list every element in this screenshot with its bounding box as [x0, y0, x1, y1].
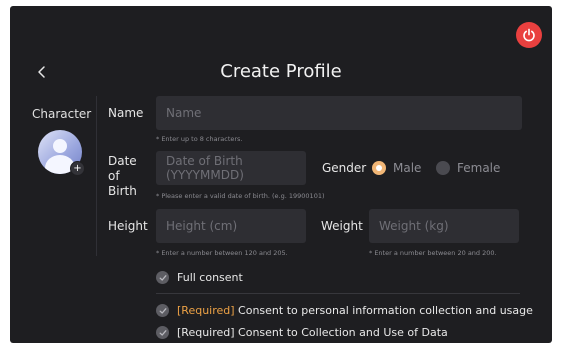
avatar-head: [53, 139, 67, 153]
consent-full-label: Full consent: [177, 271, 243, 284]
power-button[interactable]: [516, 22, 542, 48]
consent-divider: [156, 293, 520, 294]
create-profile-screen: Create Profile Character + Name Name * E…: [10, 6, 552, 343]
height-input[interactable]: Height (cm): [156, 209, 306, 243]
height-hint: * Enter a number between 120 and 205.: [156, 249, 288, 257]
gender-label: Gender: [322, 161, 367, 175]
weight-hint: * Enter a number between 20 and 200.: [369, 249, 497, 257]
check-icon: [159, 329, 166, 336]
check-icon: [159, 307, 166, 314]
weight-input[interactable]: Weight (kg): [369, 209, 519, 243]
vertical-divider: [96, 96, 97, 256]
consent-full-checkbox[interactable]: [156, 271, 169, 284]
check-icon: [159, 274, 166, 281]
radio-female-label: Female: [457, 161, 501, 175]
character-avatar[interactable]: +: [38, 130, 85, 176]
radio-male-label: Male: [393, 161, 422, 175]
character-label: Character: [32, 107, 92, 121]
page-title: Create Profile: [220, 61, 342, 82]
dob-label: Date of Birth: [108, 154, 137, 198]
consent-item-1-checkbox[interactable]: [156, 304, 169, 317]
required-tag: [Required]: [177, 304, 235, 317]
add-character-button[interactable]: +: [70, 161, 85, 176]
power-icon: [523, 28, 535, 42]
radio-male[interactable]: [372, 161, 386, 175]
name-input[interactable]: Name: [156, 96, 522, 130]
radio-female[interactable]: [436, 161, 450, 175]
consent-item-1-label: [Required] Consent to personal informati…: [177, 304, 533, 317]
consent-item-2-checkbox[interactable]: [156, 326, 169, 339]
dob-hint: * Please enter a valid date of birth. (e…: [156, 192, 325, 200]
name-hint: * Enter up to 8 characters.: [156, 135, 243, 143]
name-label: Name: [108, 106, 144, 120]
consent-item-2-label: [Required] Consent to Collection and Use…: [177, 326, 448, 339]
consent-item-1-text: Consent to personal information collecti…: [234, 304, 533, 317]
weight-label: Weight: [321, 219, 363, 233]
height-label: Height: [108, 219, 148, 233]
dob-input[interactable]: Date of Birth (YYYYMMDD): [156, 151, 306, 185]
